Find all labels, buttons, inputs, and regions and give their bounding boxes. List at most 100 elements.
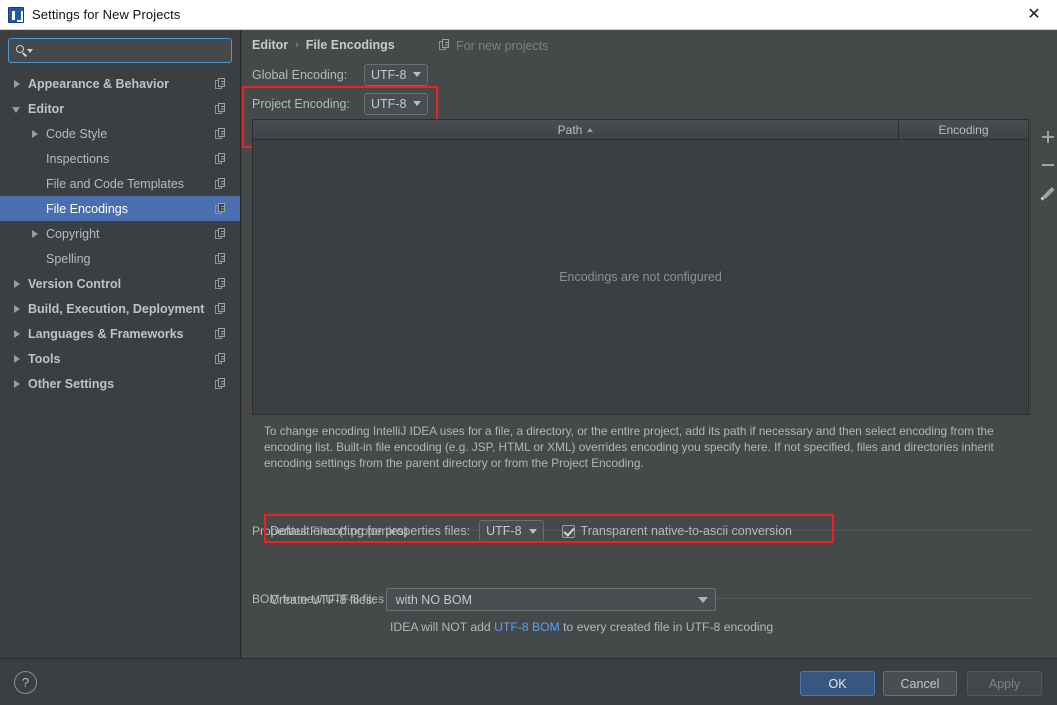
sidebar-item-build-execution-deployment[interactable]: Build, Execution, Deployment bbox=[0, 296, 240, 321]
search-container bbox=[0, 30, 240, 69]
sidebar-item-file-encodings[interactable]: File Encodings bbox=[0, 196, 240, 221]
sidebar-item-inspections[interactable]: Inspections bbox=[0, 146, 240, 171]
column-header-path-label: Path bbox=[557, 122, 583, 137]
copy-icon bbox=[215, 77, 227, 90]
copy-icon bbox=[215, 252, 227, 265]
sidebar-item-file-and-code-templates[interactable]: File and Code Templates bbox=[0, 171, 240, 196]
chevron-right-icon[interactable] bbox=[10, 352, 24, 366]
chevron-right-icon[interactable] bbox=[10, 302, 24, 316]
default-encoding-label: Default encoding for properties files: bbox=[270, 524, 471, 538]
for-new-projects-indicator: For new projects bbox=[439, 39, 548, 53]
sidebar-item-label: Spelling bbox=[46, 251, 91, 266]
sidebar-item-copyright[interactable]: Copyright bbox=[0, 221, 240, 246]
search-icon bbox=[15, 44, 33, 58]
copy-icon bbox=[215, 152, 227, 165]
table-toolbar bbox=[1030, 119, 1057, 415]
breadcrumb-current: File Encodings bbox=[305, 38, 395, 52]
cancel-button[interactable]: Cancel bbox=[883, 671, 957, 696]
copy-icon bbox=[215, 302, 227, 315]
copy-icon bbox=[439, 39, 451, 52]
dialog-footer: ? OK Cancel Apply bbox=[0, 658, 1057, 705]
chevron-right-icon[interactable] bbox=[10, 327, 24, 341]
bom-note-suffix: to every created file in UTF-8 encoding bbox=[559, 620, 774, 634]
for-new-projects-label: For new projects bbox=[456, 39, 549, 53]
search-input[interactable] bbox=[33, 43, 225, 58]
copy-icon bbox=[215, 227, 227, 240]
chevron-right-icon[interactable] bbox=[10, 77, 24, 91]
utf8-bom-link[interactable]: UTF-8 BOM bbox=[494, 620, 560, 634]
transparent-conversion-label: Transparent native-to-ascii conversion bbox=[580, 524, 792, 538]
edit-encoding-button[interactable] bbox=[1033, 179, 1057, 207]
global-encoding-label: Global Encoding: bbox=[252, 67, 348, 82]
create-utf8-files-label: Create UTF-8 files: bbox=[270, 592, 376, 607]
sidebar-item-label: File Encodings bbox=[46, 201, 128, 216]
properties-default-encoding-row: Default encoding for properties files: U… bbox=[270, 520, 792, 542]
ok-button[interactable]: OK bbox=[800, 671, 875, 696]
create-utf8-files-dropdown[interactable]: with NO BOM bbox=[385, 588, 716, 611]
chevron-down-icon bbox=[413, 101, 422, 106]
sidebar-item-tools[interactable]: Tools bbox=[0, 346, 240, 371]
column-header-path[interactable]: Path bbox=[253, 120, 898, 139]
column-header-encoding[interactable]: Encoding bbox=[898, 120, 1028, 139]
sidebar-item-label: File and Code Templates bbox=[46, 176, 185, 191]
default-properties-encoding-dropdown[interactable]: UTF-8 bbox=[479, 520, 544, 542]
column-header-encoding-label: Encoding bbox=[938, 122, 989, 137]
sidebar-item-languages-frameworks[interactable]: Languages & Frameworks bbox=[0, 321, 240, 346]
transparent-conversion-checkbox[interactable] bbox=[561, 524, 575, 538]
transparent-conversion-control[interactable]: Transparent native-to-ascii conversion bbox=[561, 524, 792, 538]
window-titlebar: Settings for New Projects ✕ bbox=[0, 0, 1057, 30]
project-encoding-dropdown[interactable]: UTF-8 bbox=[364, 92, 429, 115]
plus-icon bbox=[1041, 131, 1054, 143]
settings-dialog: Settings for New Projects ✕ Appearance &… bbox=[0, 0, 1057, 705]
project-encoding-value: UTF-8 bbox=[371, 96, 407, 111]
chevron-right-icon[interactable] bbox=[28, 227, 42, 241]
encoding-description: To change encoding IntelliJ IDEA uses fo… bbox=[264, 424, 994, 470]
global-encoding-row: Global Encoding: UTF-8 bbox=[248, 60, 429, 89]
remove-encoding-button[interactable] bbox=[1033, 151, 1057, 179]
close-icon[interactable]: ✕ bbox=[1011, 0, 1057, 29]
sidebar-item-editor[interactable]: Editor bbox=[0, 96, 240, 121]
bom-note-prefix: IDEA will NOT add bbox=[390, 620, 495, 634]
sidebar-item-label: Inspections bbox=[46, 151, 110, 166]
copy-icon bbox=[215, 377, 227, 390]
window-title: Settings for New Projects bbox=[32, 7, 181, 22]
help-button[interactable]: ? bbox=[14, 671, 37, 694]
project-encoding-label: Project Encoding: bbox=[252, 96, 350, 111]
dialog-body: Appearance & Behavior Editor Code Style Ins… bbox=[0, 30, 1057, 658]
breadcrumb-parent[interactable]: Editor bbox=[252, 38, 288, 52]
settings-tree: Appearance & Behavior Editor Code Style Ins… bbox=[0, 71, 240, 396]
sidebar-item-label: Version Control bbox=[28, 276, 122, 291]
intellij-idea-icon bbox=[8, 6, 24, 23]
sidebar-item-label: Appearance & Behavior bbox=[28, 76, 170, 91]
breadcrumb: Editor › File Encodings bbox=[252, 38, 395, 52]
chevron-down-icon bbox=[697, 596, 708, 603]
apply-button[interactable]: Apply bbox=[967, 671, 1042, 696]
sidebar-item-other-settings[interactable]: Other Settings bbox=[0, 371, 240, 396]
add-encoding-button[interactable] bbox=[1033, 123, 1057, 151]
sidebar-item-appearance-behavior[interactable]: Appearance & Behavior bbox=[0, 71, 240, 96]
sidebar-item-label: Languages & Frameworks bbox=[28, 326, 184, 341]
project-encoding-row: Project Encoding: UTF-8 bbox=[248, 89, 429, 118]
sidebar-item-code-style[interactable]: Code Style bbox=[0, 121, 240, 146]
minus-icon bbox=[1041, 159, 1054, 171]
bom-note: IDEA will NOT add UTF-8 BOM to every cre… bbox=[390, 620, 773, 634]
chevron-down-icon bbox=[528, 528, 537, 534]
sidebar-item-label: Editor bbox=[28, 101, 65, 116]
sidebar-item-spelling[interactable]: Spelling bbox=[0, 246, 240, 271]
copy-icon bbox=[215, 277, 227, 290]
sidebar-item-version-control[interactable]: Version Control bbox=[0, 271, 240, 296]
chevron-right-icon[interactable] bbox=[28, 127, 42, 141]
global-encoding-dropdown[interactable]: UTF-8 bbox=[364, 63, 429, 86]
copy-icon bbox=[215, 202, 227, 215]
chevron-right-icon[interactable] bbox=[10, 277, 24, 291]
chevron-right-icon[interactable] bbox=[10, 377, 24, 391]
chevron-down-icon bbox=[413, 72, 422, 77]
create-utf8-files-row: Create UTF-8 files: with NO BOM bbox=[270, 588, 716, 611]
chevron-down-icon[interactable] bbox=[10, 102, 24, 116]
search-box[interactable] bbox=[8, 38, 232, 63]
breadcrumb-separator-icon: › bbox=[295, 39, 299, 51]
